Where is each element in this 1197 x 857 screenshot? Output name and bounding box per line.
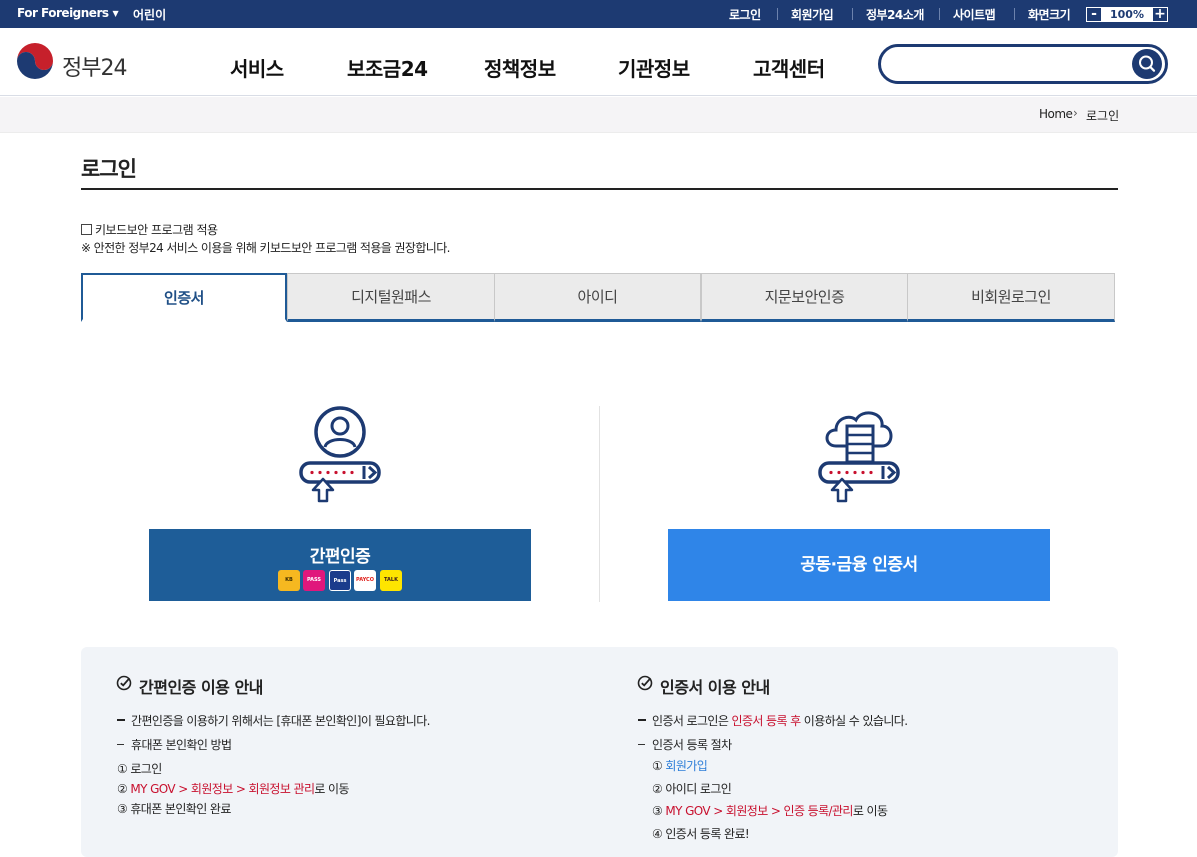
menu-path: MY GOV > 회원정보 > 회원정보 관리 bbox=[130, 782, 315, 796]
divider bbox=[777, 8, 778, 20]
bullet bbox=[638, 719, 646, 721]
keyboard-security-note: ※ 안전한 정부24 서비스 이용을 위해 키보드보안 프로그램 적용을 권장합… bbox=[81, 241, 450, 255]
usage-guide-box: 간편인증 이용 안내 간편인증을 이용하기 위해서는 [휴대폰 본인확인]이 필… bbox=[81, 647, 1118, 857]
guide-text: 이용하실 수 있습니다. bbox=[800, 714, 908, 728]
zoom-in-button[interactable]: + bbox=[1152, 7, 1168, 22]
screen-size-label: 화면크기 bbox=[1028, 8, 1071, 22]
guide-text: 인증서 로그인은 bbox=[652, 714, 732, 728]
nav-services[interactable]: 서비스 bbox=[230, 53, 284, 82]
kids-link[interactable]: 어린이 bbox=[133, 6, 166, 23]
search-input[interactable] bbox=[897, 54, 1127, 74]
step-suffix: 로 이동 bbox=[852, 804, 888, 818]
check-circle-icon bbox=[637, 675, 653, 691]
step-suffix: 로 이동 bbox=[314, 782, 349, 796]
guide-step: ① 로그인 bbox=[117, 762, 162, 776]
search-box bbox=[878, 44, 1168, 84]
tab-fingerprint[interactable]: 지문보안인증 bbox=[701, 273, 908, 322]
bullet bbox=[638, 744, 645, 745]
for-foreigners-menu[interactable]: For Foreigners ▼ bbox=[17, 6, 119, 20]
login-link[interactable]: 로그인 bbox=[729, 6, 761, 23]
login-method-tabs: 인증서 디지털원패스 아이디 지문보안인증 비회원로그인 bbox=[81, 273, 1115, 322]
certificate-guide-title: 인증서 이용 안내 bbox=[660, 678, 770, 697]
easy-auth-guide-title: 간편인증 이용 안내 bbox=[139, 678, 263, 697]
bullet bbox=[117, 744, 124, 745]
pass-provider-icon: PASS bbox=[303, 570, 325, 591]
tab-id[interactable]: 아이디 bbox=[494, 273, 701, 322]
kb-provider-icon: KB bbox=[278, 570, 300, 591]
signup-guide-link[interactable]: 회원가입 bbox=[665, 759, 707, 773]
certificate-cloud-icon bbox=[818, 411, 900, 503]
caret-down-icon: ▼ bbox=[112, 9, 119, 18]
guide-text: 인증서 등록 절차 bbox=[652, 738, 732, 752]
breadcrumb: Home › 로그인 bbox=[0, 97, 1197, 133]
guide-step: ④ 인증서 등록 완료! bbox=[652, 827, 750, 841]
guide-step: ② MY GOV > 회원정보 > 회원정보 관리로 이동 bbox=[117, 780, 350, 797]
easy-auth-label: 간편인증 bbox=[309, 547, 371, 567]
check-circle-icon bbox=[116, 675, 132, 691]
guide-step: ② 아이디 로그인 bbox=[652, 782, 732, 796]
guide-text: 간편인증을 이용하기 위해서는 [휴대폰 본인확인]이 필요합니다. bbox=[131, 714, 431, 728]
signup-link[interactable]: 회원가입 bbox=[791, 6, 834, 23]
site-header: 정부24 서비스 보조금24 정책정보 기관정보 고객센터 bbox=[0, 28, 1197, 96]
chevron-right-icon: › bbox=[1073, 106, 1078, 120]
title-divider bbox=[81, 188, 1118, 190]
guide-item: 인증서 로그인은 인증서 등록 후 이용하실 수 있습니다. bbox=[638, 712, 908, 729]
top-utility-bar: For Foreigners ▼ 어린이 로그인 회원가입 정부24소개 사이트맵… bbox=[0, 0, 1197, 28]
bullet bbox=[117, 719, 125, 721]
tab-digital-onepass[interactable]: 디지털원패스 bbox=[287, 273, 495, 322]
tab-certificate[interactable]: 인증서 bbox=[81, 273, 287, 322]
guide-item: 인증서 등록 절차 bbox=[638, 736, 732, 753]
kakao-talk-icon: TALK bbox=[380, 570, 402, 591]
divider bbox=[852, 8, 853, 20]
payco-provider-icon: PAYCO bbox=[354, 570, 376, 591]
search-button[interactable] bbox=[1132, 49, 1162, 79]
logo-text[interactable]: 정부24 bbox=[62, 50, 127, 82]
search-icon bbox=[1139, 55, 1156, 72]
gov24-logo-icon[interactable] bbox=[16, 42, 54, 80]
zoom-value: 100% bbox=[1110, 8, 1144, 21]
divider bbox=[1014, 8, 1015, 20]
keyboard-security-label: 키보드보안 프로그램 적용 bbox=[95, 223, 218, 237]
for-foreigners-label: For Foreigners bbox=[17, 6, 109, 20]
user-login-icon bbox=[299, 406, 381, 503]
login-divider bbox=[599, 406, 600, 602]
nav-agency-info[interactable]: 기관정보 bbox=[618, 53, 690, 82]
about-link[interactable]: 정부24소개 bbox=[866, 6, 924, 23]
nav-policy-info[interactable]: 정책정보 bbox=[484, 53, 556, 82]
divider bbox=[939, 8, 940, 20]
sitemap-link[interactable]: 사이트맵 bbox=[953, 6, 996, 23]
menu-path: MY GOV > 회원정보 > 인증 등록/관리 bbox=[665, 804, 853, 818]
guide-emphasis: 인증서 등록 후 bbox=[731, 714, 802, 728]
step-number: ② bbox=[117, 782, 131, 796]
keyboard-security-option[interactable]: 키보드보안 프로그램 적용 bbox=[81, 221, 218, 238]
keyboard-security-checkbox[interactable] bbox=[81, 224, 92, 235]
samsung-pass-icon: Pass bbox=[329, 570, 351, 591]
step-number: ③ bbox=[652, 804, 666, 818]
easy-auth-button[interactable]: 간편인증 KB PASS Pass PAYCO TALK bbox=[149, 529, 531, 601]
guide-step: ③ 휴대폰 본인확인 완료 bbox=[117, 802, 231, 816]
tab-non-member[interactable]: 비회원로그인 bbox=[907, 273, 1115, 322]
guide-step: ① 회원가입 bbox=[652, 757, 708, 774]
certificate-login-button[interactable]: 공동·금융 인증서 bbox=[668, 529, 1050, 601]
zoom-control: - 100% + bbox=[1086, 7, 1168, 22]
guide-step: ③ MY GOV > 회원정보 > 인증 등록/관리로 이동 bbox=[652, 802, 888, 819]
page-title: 로그인 bbox=[81, 157, 137, 181]
breadcrumb-current: 로그인 bbox=[1086, 109, 1120, 123]
guide-item: 휴대폰 본인확인 방법 bbox=[117, 736, 232, 753]
guide-item: 간편인증을 이용하기 위해서는 [휴대폰 본인확인]이 필요합니다. bbox=[117, 712, 431, 729]
step-number: ① bbox=[652, 759, 666, 773]
breadcrumb-home[interactable]: Home bbox=[1039, 107, 1073, 121]
nav-subsidy24[interactable]: 보조금24 bbox=[347, 53, 428, 82]
guide-text: 휴대폰 본인확인 방법 bbox=[131, 738, 232, 752]
zoom-out-button[interactable]: - bbox=[1086, 7, 1102, 22]
nav-customer-center[interactable]: 고객센터 bbox=[753, 53, 825, 82]
